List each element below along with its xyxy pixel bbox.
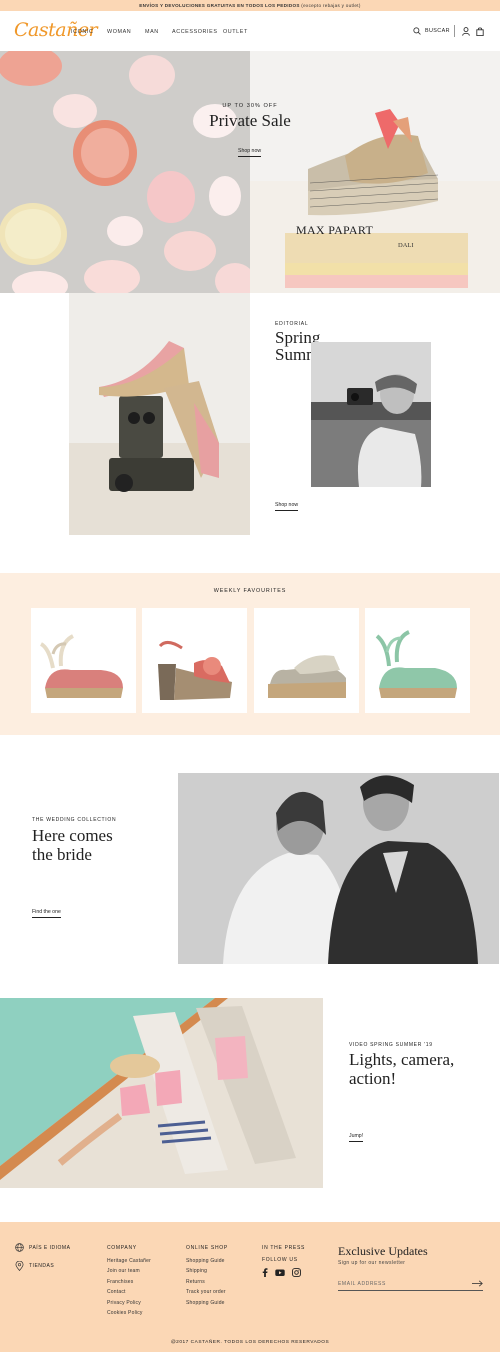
video-title-line2: action!: [349, 1069, 397, 1088]
company-heading: COMPANY: [107, 1245, 137, 1251]
instagram-icon[interactable]: [292, 1268, 301, 1277]
product-card-4[interactable]: [365, 608, 470, 713]
follow-us-heading: FOLLOW US: [262, 1257, 298, 1263]
footer-link[interactable]: Shipping: [186, 1266, 228, 1276]
footer-link[interactable]: Privacy Policy: [107, 1298, 151, 1308]
book-subtitle: DALI: [398, 242, 414, 249]
wedding-find-link[interactable]: Find the one: [32, 909, 61, 918]
video-eyebrow: VIDEO SPRING SUMMER '19: [349, 1042, 433, 1048]
weekly-favourites-section: WEEKLY FAVOURITES: [0, 573, 500, 735]
stores-link[interactable]: TIENDAS: [15, 1261, 54, 1271]
search-button[interactable]: BUSCAR: [413, 27, 450, 35]
video-title: Lights, camera, action!: [349, 1050, 454, 1088]
newsletter-title: Exclusive Updates: [338, 1244, 428, 1258]
arrow-right-icon[interactable]: [472, 1280, 483, 1287]
product-card-3[interactable]: [254, 608, 359, 713]
video-pool-image[interactable]: [0, 998, 323, 1188]
youtube-icon[interactable]: [275, 1268, 285, 1277]
nav-iconic[interactable]: ICONIC: [71, 29, 93, 35]
hero-caption: UP TO 30% OFF Private Sale: [0, 103, 500, 131]
hero-shoe-image[interactable]: [250, 51, 500, 293]
book-title: MAX PAPART: [296, 223, 374, 237]
footer-link[interactable]: Returns: [186, 1277, 228, 1287]
search-icon: [413, 27, 421, 35]
hero-petals-image[interactable]: [0, 51, 250, 293]
footer-link[interactable]: Track your order: [186, 1287, 228, 1297]
product-card-2[interactable]: [142, 608, 247, 713]
shipping-note: (excepto rebajas y outlet): [301, 3, 361, 8]
newsletter-subtitle: Sign up for our newsletter: [338, 1260, 406, 1266]
country-language-link[interactable]: PAÍS E IDIOMA: [15, 1243, 70, 1252]
footer-link[interactable]: Franchises: [107, 1277, 151, 1287]
weekly-title: WEEKLY FAVOURITES: [213, 588, 287, 594]
footer-shop-column: ONLINE SHOP Shopping Guide Shipping Retu…: [186, 1245, 228, 1308]
footer-link[interactable]: Heritage Castañer: [107, 1256, 151, 1266]
online-shop-heading: ONLINE SHOP: [186, 1245, 228, 1251]
hero-shop-link[interactable]: Shop now: [238, 148, 262, 157]
editorial-shoes-image[interactable]: [69, 293, 250, 535]
wedding-title-line2: the bride: [32, 845, 92, 864]
video-title-line1: Lights, camera,: [349, 1050, 455, 1069]
nav-man[interactable]: MAN: [145, 29, 159, 35]
bag-icon[interactable]: [476, 27, 484, 36]
user-icon[interactable]: [462, 27, 470, 36]
product-card-1[interactable]: [31, 608, 136, 713]
location-pin-icon: [15, 1261, 24, 1271]
facebook-icon[interactable]: [262, 1268, 268, 1277]
footer-link[interactable]: Shopping Guide: [186, 1256, 228, 1266]
footer-link[interactable]: Join our team: [107, 1266, 151, 1276]
video-jump-link[interactable]: Jump!: [349, 1133, 364, 1142]
footer-press-column: IN THE PRESS FOLLOW US: [262, 1245, 305, 1277]
nav-accessories[interactable]: ACCESSORIES: [172, 29, 218, 35]
nav-woman[interactable]: WOMAN: [107, 29, 131, 35]
shipping-text: ENVÍOS Y DEVOLUCIONES GRATUITAS EN TODOS…: [139, 3, 300, 8]
shipping-banner: ENVÍOS Y DEVOLUCIONES GRATUITAS EN TODOS…: [0, 0, 500, 11]
editorial-eyebrow: EDITORIAL: [275, 321, 309, 327]
footer-link[interactable]: Contact: [107, 1287, 151, 1297]
site-footer: PAÍS E IDIOMA TIENDAS COMPANY Heritage C…: [0, 1222, 500, 1352]
footer-company-column: COMPANY Heritage Castañer Join our team …: [107, 1245, 151, 1318]
stores-label: TIENDAS: [29, 1263, 55, 1269]
wedding-title-line1: Here comes: [32, 826, 113, 845]
hero-title: Private Sale: [209, 111, 291, 130]
footer-link[interactable]: Cookies Policy: [107, 1308, 151, 1318]
in-the-press-link[interactable]: IN THE PRESS: [262, 1245, 305, 1251]
editorial-camera-woman-image[interactable]: [311, 342, 431, 487]
social-links: [262, 1268, 305, 1277]
copyright-text: @2017 CASTAÑER. TODOS LOS DERECHOS RESER…: [170, 1340, 330, 1345]
nav-outlet[interactable]: OUTLET: [223, 29, 248, 35]
site-header: Castañer ICONIC WOMAN MAN ACCESSORIES OU…: [0, 11, 500, 51]
globe-icon: [15, 1243, 24, 1252]
wedding-couple-image[interactable]: [178, 773, 499, 964]
header-divider: [454, 25, 455, 37]
search-label: BUSCAR: [425, 28, 450, 34]
editorial-shop-link[interactable]: Shop now: [275, 502, 299, 511]
hero-eyebrow: UP TO 30% OFF: [222, 103, 278, 109]
wedding-eyebrow: THE WEDDING COLLECTION: [32, 817, 117, 823]
wedding-title: Here comes the bride: [32, 826, 113, 864]
newsletter-email-input[interactable]: [338, 1278, 483, 1291]
country-language-label: PAÍS E IDIOMA: [29, 1244, 71, 1251]
footer-link[interactable]: Shopping Guide: [186, 1298, 228, 1308]
